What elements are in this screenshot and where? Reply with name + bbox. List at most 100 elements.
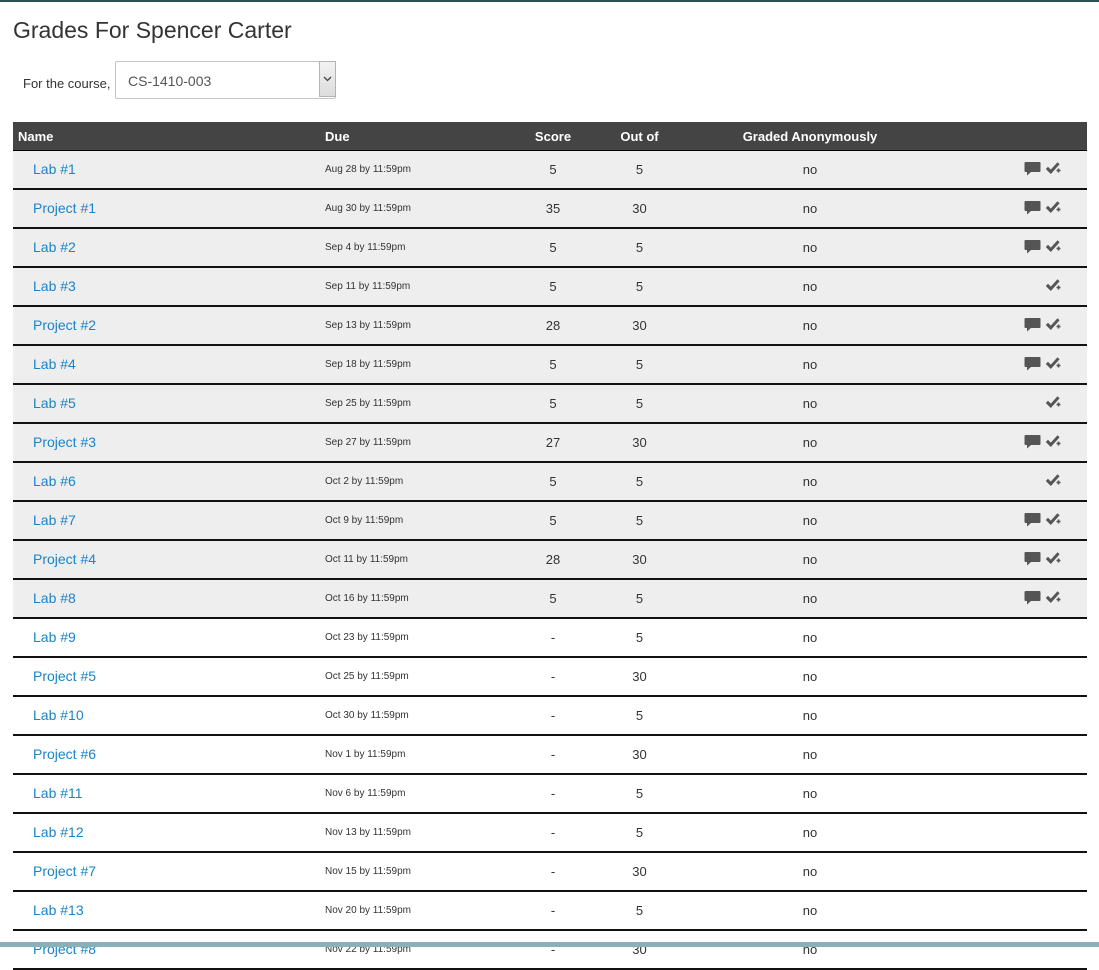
- score-value: 28: [493, 540, 613, 580]
- header-score[interactable]: Score: [493, 122, 613, 151]
- assignment-name-cell: Lab #4: [13, 345, 323, 385]
- table-row: Project #7 Nov 15 by 11:59pm -30 no: [13, 852, 1087, 892]
- speech-bubble-icon[interactable]: [1024, 434, 1041, 452]
- assignment-link[interactable]: Lab #7: [33, 512, 76, 528]
- table-row: Lab #10 Oct 30 by 11:59pm -5 no: [13, 696, 1087, 736]
- out-of-value: 30: [613, 189, 666, 229]
- assignment-link[interactable]: Lab #9: [33, 629, 76, 645]
- graded-anonymously-value: no: [666, 930, 954, 970]
- chevron-down-icon[interactable]: [319, 61, 336, 97]
- header-due[interactable]: Due: [323, 122, 493, 151]
- graded-anonymously-value: no: [666, 384, 954, 424]
- due-date: Nov 20 by 11:59pm: [323, 891, 493, 931]
- assignment-link[interactable]: Project #1: [33, 200, 96, 216]
- assignment-link[interactable]: Lab #6: [33, 473, 76, 489]
- score-value: 5: [493, 228, 613, 268]
- score-value: -: [493, 696, 613, 736]
- table-row: Lab #7 Oct 9 by 11:59pm 5 5 no: [13, 501, 1087, 541]
- row-actions: [954, 462, 1087, 502]
- check-plus-icon[interactable]: [1045, 356, 1061, 374]
- check-plus-icon[interactable]: [1045, 590, 1061, 608]
- assignment-link[interactable]: Project #3: [33, 434, 96, 450]
- check-plus-icon[interactable]: [1045, 434, 1061, 452]
- speech-bubble-icon[interactable]: [1024, 317, 1041, 335]
- out-of-value: 5: [613, 813, 666, 853]
- check-plus-icon[interactable]: [1045, 200, 1061, 218]
- assignment-link[interactable]: Lab #3: [33, 278, 76, 294]
- due-date: Oct 11 by 11:59pm: [323, 540, 493, 580]
- speech-bubble-icon[interactable]: [1024, 239, 1041, 257]
- row-actions: [954, 345, 1087, 385]
- due-date: Sep 4 by 11:59pm: [323, 228, 493, 268]
- header-name[interactable]: Name: [13, 122, 323, 151]
- table-row: Lab #13 Nov 20 by 11:59pm -5 no: [13, 891, 1087, 931]
- score-value: -: [493, 735, 613, 775]
- row-actions: [954, 384, 1087, 424]
- score-value: -: [493, 930, 613, 970]
- out-of-value: 30: [613, 306, 666, 346]
- assignment-name-cell: Lab #9: [13, 618, 323, 658]
- graded-anonymously-value: no: [666, 423, 954, 463]
- due-date: Nov 6 by 11:59pm: [323, 774, 493, 814]
- due-date: Nov 13 by 11:59pm: [323, 813, 493, 853]
- graded-anonymously-value: no: [666, 306, 954, 346]
- speech-bubble-icon[interactable]: [1024, 200, 1041, 218]
- check-plus-icon[interactable]: [1045, 317, 1061, 335]
- assignment-link[interactable]: Lab #13: [33, 902, 84, 918]
- assignment-link[interactable]: Project #2: [33, 317, 96, 333]
- score-value: 5: [493, 462, 613, 502]
- assignment-link[interactable]: Lab #5: [33, 395, 76, 411]
- grades-table-body: Lab #1 Aug 28 by 11:59pm 5 5 no Project #1 Aug…: [13, 150, 1087, 970]
- assignment-link[interactable]: Project #5: [33, 668, 96, 684]
- check-plus-icon[interactable]: [1045, 512, 1061, 530]
- check-plus-icon[interactable]: [1045, 395, 1061, 413]
- assignment-link[interactable]: Lab #2: [33, 239, 76, 255]
- table-row: Project #4 Oct 11 by 11:59pm 28 30 no: [13, 540, 1087, 580]
- header-out-of[interactable]: Out of: [613, 122, 666, 151]
- row-actions: [954, 813, 1087, 853]
- out-of-value: 5: [613, 891, 666, 931]
- graded-anonymously-value: no: [666, 462, 954, 502]
- assignment-link[interactable]: Lab #10: [33, 707, 84, 723]
- assignment-name-cell: Lab #12: [13, 813, 323, 853]
- speech-bubble-icon[interactable]: [1024, 551, 1041, 569]
- speech-bubble-icon[interactable]: [1024, 512, 1041, 530]
- graded-anonymously-value: no: [666, 696, 954, 736]
- score-value: 5: [493, 579, 613, 619]
- assignment-link[interactable]: Lab #8: [33, 590, 76, 606]
- speech-bubble-icon[interactable]: [1024, 590, 1041, 608]
- table-row: Lab #8 Oct 16 by 11:59pm 5 5 no: [13, 579, 1087, 619]
- out-of-value: 5: [613, 228, 666, 268]
- check-plus-icon[interactable]: [1045, 278, 1061, 296]
- assignment-link[interactable]: Lab #11: [33, 785, 83, 801]
- assignment-link[interactable]: Project #6: [33, 746, 96, 762]
- speech-bubble-icon[interactable]: [1024, 161, 1041, 179]
- table-row: Lab #6 Oct 2 by 11:59pm 5 5 no: [13, 462, 1087, 502]
- due-date: Aug 28 by 11:59pm: [323, 150, 493, 190]
- assignment-link[interactable]: Project #7: [33, 863, 96, 879]
- assignment-name-cell: Project #3: [13, 423, 323, 463]
- course-select[interactable]: CS-1410-003: [115, 61, 336, 99]
- out-of-value: 5: [613, 384, 666, 424]
- assignment-name-cell: Lab #11: [13, 774, 323, 814]
- row-actions: [954, 501, 1087, 541]
- check-plus-icon[interactable]: [1045, 239, 1061, 257]
- header-graded-anonymously[interactable]: Graded Anonymously: [666, 122, 954, 151]
- row-actions: [954, 150, 1087, 190]
- assignment-link[interactable]: Lab #12: [33, 824, 84, 840]
- due-date: Sep 11 by 11:59pm: [323, 267, 493, 307]
- assignment-link[interactable]: Lab #1: [33, 161, 76, 177]
- graded-anonymously-value: no: [666, 891, 954, 931]
- table-row: Lab #11 Nov 6 by 11:59pm -5 no: [13, 774, 1087, 814]
- out-of-value: 5: [613, 462, 666, 502]
- check-plus-icon[interactable]: [1045, 473, 1061, 491]
- score-value: 5: [493, 345, 613, 385]
- speech-bubble-icon[interactable]: [1024, 356, 1041, 374]
- row-actions: [954, 306, 1087, 346]
- assignment-name-cell: Project #4: [13, 540, 323, 580]
- assignment-link[interactable]: Project #4: [33, 551, 96, 567]
- check-plus-icon[interactable]: [1045, 551, 1061, 569]
- assignment-link[interactable]: Lab #4: [33, 356, 76, 372]
- row-actions: [954, 423, 1087, 463]
- check-plus-icon[interactable]: [1045, 161, 1061, 179]
